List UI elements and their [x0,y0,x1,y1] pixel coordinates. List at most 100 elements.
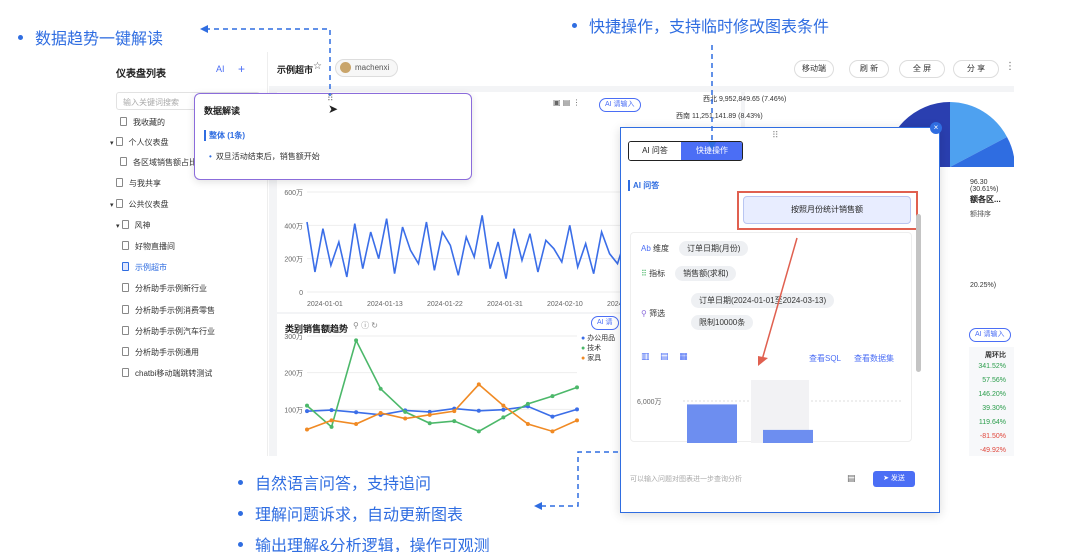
dimension-tag[interactable]: 订单日期(月份) [679,241,749,256]
sidebar-title: 仪表盘列表 [116,69,166,80]
sidebar-item-general[interactable]: 分析助手示例通用 [122,346,199,360]
table-cell: 57.56% [982,377,1006,384]
series-point [452,419,457,424]
pie-card-title: 额各区... [970,195,1001,204]
answer-card: Ab 维度 订单日期(月份) ⠿ 指标 销售额(求和) 订单日期(2024-01-0… [630,232,912,443]
refresh-button[interactable]: 刷 新 [849,60,889,78]
bar-chart-icon[interactable]: ▥ [641,351,654,361]
series-point [403,409,408,414]
sidebar-item-label: 公共仪表盘 [128,200,169,209]
sidebar-item-label: 我收藏的 [133,118,165,127]
y-tick-label: 200万 [284,370,303,378]
row-label: 指标 [649,269,666,278]
template-icon[interactable]: ▤ [847,473,856,484]
series-point [354,410,359,415]
ai-button[interactable]: AI [216,64,225,74]
series-point [427,421,432,426]
series-point [378,386,383,391]
sidebar-item-new-industry[interactable]: 分析助手示例新行业 [122,282,207,296]
sidebar-item-auto[interactable]: 分析助手示例汽车行业 [122,325,215,339]
table-cell: 341.52% [978,363,1006,370]
filter-tag[interactable]: 订单日期(2024-01-01至2024-03-13) [691,293,835,308]
y-tick-label: 300万 [284,333,303,341]
series-point [575,418,579,423]
sidebar-item-favorites[interactable]: 我收藏的 [120,116,165,130]
sidebar-item-label: 与我共享 [129,179,161,188]
chevron-down-icon: ▾ [110,140,114,147]
sidebar-item-retail[interactable]: 分析助手示例消费零售 [122,304,215,318]
sidebar-item-label: 风神 [134,221,151,230]
series-point [403,416,408,421]
file-icon [122,368,129,378]
star-icon[interactable]: ☆ [313,61,322,72]
series-point [354,422,359,426]
series-point [305,427,309,432]
series-point [550,394,555,399]
add-icon[interactable]: + [238,62,245,76]
y-tick-label: 600万 [284,189,303,197]
avatar [340,62,351,74]
mobile-button[interactable]: 移动端 [794,60,834,78]
scrollbar[interactable] [916,214,921,372]
number-icon[interactable]: ▤ [660,351,673,361]
y-tick-label: 200万 [284,256,303,264]
series-point [525,401,530,406]
dimension-row: Ab 维度 订单日期(月份) [641,241,749,256]
tab-ai-qa[interactable]: AI 问答 [629,142,681,160]
sidebar-item-fengshen[interactable]: ▾ 风神 [116,219,151,233]
sidebar-item-label: 分析助手示例新行业 [135,284,207,293]
sidebar-item-label: 好物直播间 [135,242,175,251]
send-label: 发送 [890,475,905,482]
more-icon[interactable]: ⋮ [1005,61,1014,72]
file-icon [122,262,129,272]
view-sql-link[interactable]: 查看SQL [809,353,841,364]
tab-quick-ops[interactable]: 快捷操作 [681,142,742,160]
series-point [575,407,579,412]
x-tick-label: 2024-01-01 [307,301,343,308]
sidebar-item-live[interactable]: 好物直播间 [122,240,175,254]
sidebar-item-mobile-test[interactable]: chatbi移动端跳转测试 [122,367,212,381]
chevron-down-icon: ▾ [110,202,114,209]
sidebar-item-region-share[interactable]: 各区域销售额占比分 [120,156,205,170]
table-cell: 146.20% [978,391,1006,398]
bullet-icon [238,480,243,486]
drag-handle-icon[interactable]: ⠿ [772,130,779,141]
panel-tabs: AI 问答 快捷操作 [628,141,743,161]
share-button[interactable]: 分 享 [953,60,999,78]
file-icon [122,347,129,357]
sidebar-item-demo-market[interactable]: 示例超市 [122,261,167,275]
close-icon[interactable]: × [930,122,942,134]
metric-tag[interactable]: 销售额(求和) [675,266,737,281]
y-tick-label: 400万 [284,222,303,230]
annotation-text: 自然语言问答，支持追问 [255,476,432,493]
limit-tag[interactable]: 限制10000条 [691,315,754,330]
bullet-icon [572,23,577,29]
dimension-icon: Ab [641,244,651,253]
view-dataset-link[interactable]: 查看数据集 [854,353,894,364]
sidebar-item-public[interactable]: ▾ 公共仪表盘 [110,198,169,212]
sidebar-item-shared[interactable]: 与我共享 [116,177,161,191]
owner-badge: machenxi [335,59,399,77]
file-icon [122,305,129,315]
send-button[interactable]: ➤ 发送 [873,471,915,487]
series-point [329,408,334,413]
qa-section-label: AI 问答 [628,180,659,191]
series-point [427,412,432,417]
y-tick-label: 6,000万 [637,398,662,406]
sidebar-item-label: 个人仪表盘 [128,138,169,147]
limit-row: 限制10000条 [641,315,754,330]
table-icon[interactable]: ▦ [679,351,692,361]
annotation-nl-qa: 自然语言问答，支持追问 [238,470,431,494]
series-point [501,415,506,420]
table-cell: 39.30% [982,405,1006,412]
file-icon [120,157,127,167]
series-point [501,403,506,408]
chart-type-switcher[interactable]: ▥ ▤ ▦ [641,351,692,362]
ai-ask-button[interactable]: AI 请输入 [969,328,1011,342]
row-label: 维度 [653,244,670,253]
annotation-text: 快捷操作，支持临时修改图表条件 [589,19,830,36]
sidebar-item-personal[interactable]: ▾ 个人仪表盘 [110,136,169,150]
x-tick-label: 2024-01-22 [427,301,463,308]
fullscreen-button[interactable]: 全 屏 [899,60,945,78]
series-line [306,383,578,433]
